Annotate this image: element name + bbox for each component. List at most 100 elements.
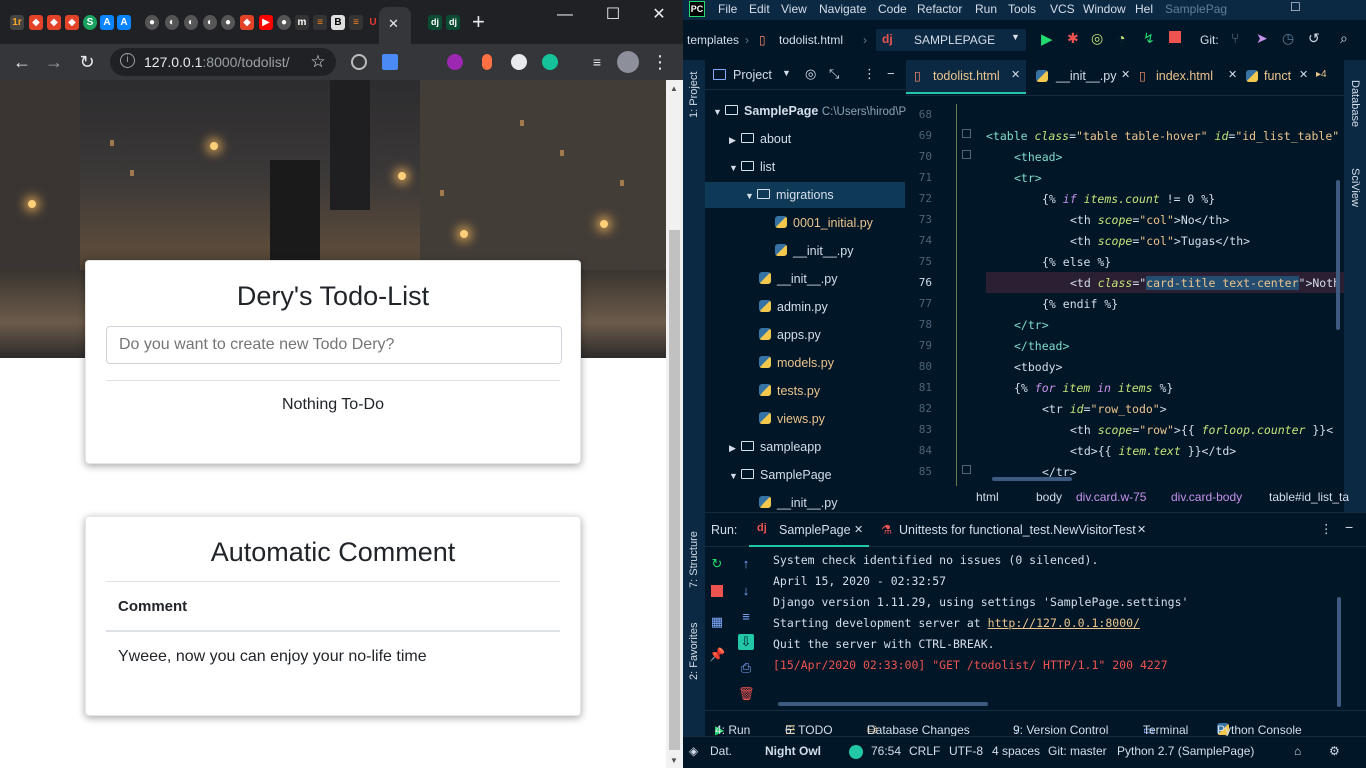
new-todo-input[interactable]	[106, 326, 562, 364]
crumb[interactable]: html	[976, 490, 999, 504]
event-log-icon[interactable]: ⚙	[1329, 744, 1340, 758]
pinned-tab-icon[interactable]: 1r	[10, 15, 24, 30]
menu-refactor[interactable]: Refactor	[917, 2, 962, 16]
tab-icon[interactable]: ◐	[203, 15, 217, 30]
console-link[interactable]: http://127.0.0.1:8000/	[988, 616, 1140, 630]
editor-scrollbar[interactable]	[1336, 180, 1340, 330]
tree-item-migrations[interactable]: ▼ migrations	[705, 182, 905, 208]
project-view-selector[interactable]: Project	[733, 68, 772, 82]
tool-window-structure[interactable]: 7: Structure	[688, 531, 700, 588]
tab-funct[interactable]: funct	[1264, 69, 1291, 83]
stop-icon[interactable]	[711, 585, 723, 597]
bold-tab-icon[interactable]: B	[331, 15, 345, 30]
gitlab-tab-icon[interactable]: ◆	[29, 15, 43, 30]
tab-todolist-html[interactable]: ▯ todolist.html ✕	[906, 60, 1026, 94]
fold-marker-icon[interactable]	[962, 465, 971, 474]
run-config-selector[interactable]: dj SAMPLEPAGE ▼	[876, 29, 1026, 51]
scroll-to-end-icon[interactable]: ⇩	[738, 634, 754, 650]
line-separator[interactable]: CRLF	[909, 744, 940, 758]
globe-extension-icon[interactable]	[351, 54, 367, 70]
indent-setting[interactable]: 4 spaces	[992, 744, 1040, 758]
github-tab-icon[interactable]: ●	[221, 15, 235, 30]
ide-maximize-icon[interactable]: ☐	[1290, 0, 1301, 14]
git-branch-icon[interactable]: ⑂	[1231, 30, 1239, 46]
caret-position[interactable]: 76:54	[871, 744, 901, 758]
close-tab-icon[interactable]: ✕	[1299, 68, 1308, 81]
scroll-up-arrow-icon[interactable]: ▲	[670, 84, 678, 93]
extension-icon[interactable]	[482, 54, 492, 70]
github-extension-icon[interactable]	[511, 54, 527, 70]
tool-window-sciview[interactable]: SciView	[1349, 168, 1361, 207]
tree-item-file[interactable]: apps.py	[705, 322, 905, 348]
menu-view[interactable]: View	[781, 2, 807, 16]
run-tab-unittests[interactable]: Unittests for functional_test.NewVisitor…	[899, 523, 1136, 537]
close-tab-icon[interactable]: ✕	[1228, 68, 1237, 81]
azure-tab-icon[interactable]: A	[117, 15, 131, 30]
translate-extension-icon[interactable]	[382, 54, 398, 70]
tree-item-list[interactable]: ▼ list	[705, 154, 905, 180]
tree-item-samplepage[interactable]: ▼ SamplePage	[705, 462, 905, 488]
github-tab-icon[interactable]: ●	[145, 15, 159, 30]
menu-kebab-icon[interactable]: ⋮	[648, 50, 672, 74]
fold-marker-icon[interactable]	[962, 129, 971, 138]
soft-wrap-icon[interactable]: ≡	[738, 609, 754, 625]
options-kebab-icon[interactable]: ⋮	[1320, 521, 1333, 536]
close-tab-icon[interactable]: ✕	[388, 16, 399, 32]
tool-window-project[interactable]: 1: Project	[688, 72, 700, 118]
menu-run[interactable]: Run	[975, 2, 997, 16]
gitlab-tab-icon[interactable]: ◆	[47, 15, 61, 30]
console-hscrollbar[interactable]	[778, 702, 988, 706]
active-tab[interactable]: ✕	[379, 7, 411, 44]
address-bar[interactable]: i 127.0.0.1:8000/todolist/	[110, 48, 336, 76]
stackoverflow-tab-icon[interactable]: ≡	[313, 15, 327, 30]
close-window-button[interactable]: ✕	[644, 5, 674, 25]
profile-icon[interactable]: ◔	[1117, 30, 1125, 46]
maximize-button[interactable]: ☐	[598, 5, 628, 25]
avatar[interactable]	[617, 51, 639, 73]
menu-code[interactable]: Code	[878, 2, 907, 16]
back-button[interactable]: ←	[10, 50, 34, 74]
coverage-icon[interactable]: ◎	[1091, 30, 1103, 47]
bookmark-star-icon[interactable]: ☆	[306, 50, 330, 74]
tree-item-file[interactable]: __init__.py	[705, 266, 905, 292]
fold-marker-icon[interactable]	[962, 150, 971, 159]
stop-icon[interactable]	[1169, 31, 1181, 43]
grammarly-extension-icon[interactable]	[542, 54, 558, 70]
tab-icon[interactable]: U	[366, 15, 380, 30]
crumb[interactable]: div.card.w-75	[1076, 490, 1146, 504]
tab-icon[interactable]: m	[295, 15, 309, 30]
search-icon[interactable]: ⌕	[1340, 30, 1348, 47]
run-icon[interactable]: ▶	[1041, 30, 1053, 48]
print-icon[interactable]: ⎙	[738, 660, 754, 676]
pin-icon[interactable]: 📌	[709, 647, 725, 663]
code-area[interactable]: <table class="table table-hover" id="id_…	[986, 104, 1344, 492]
stackoverflow-tab-icon[interactable]: ≡	[349, 15, 363, 30]
new-tab-button[interactable]: +	[472, 11, 485, 33]
tool-window-database[interactable]: Database	[1349, 80, 1361, 127]
gitlab-tab-icon[interactable]: ◆	[240, 15, 254, 30]
close-tab-icon[interactable]: ✕	[1121, 68, 1130, 81]
options-kebab-icon[interactable]: ⋮	[863, 66, 876, 82]
tree-item-file[interactable]: views.py	[705, 406, 905, 432]
git-rollback-icon[interactable]: ↺	[1308, 30, 1320, 47]
rerun-icon[interactable]: ↻	[709, 556, 725, 572]
tab-icon[interactable]: ◐	[165, 15, 179, 30]
hide-panel-icon[interactable]: −	[1345, 519, 1353, 535]
lock-icon[interactable]: ⌂	[1294, 744, 1301, 758]
tool-window-favorites[interactable]: 2: Favorites	[688, 623, 700, 680]
scroll-up-icon[interactable]: ↑	[738, 556, 754, 572]
tab-init-py[interactable]: __init__.py	[1056, 69, 1116, 83]
tree-item-file[interactable]: __init__.py	[705, 238, 905, 264]
crumb[interactable]: body	[1036, 490, 1062, 504]
console-output[interactable]: System check identified no issues (0 sil…	[773, 551, 1343, 711]
azure-tab-icon[interactable]: A	[100, 15, 114, 30]
git-branch[interactable]: Git: master	[1048, 744, 1107, 758]
tree-item-sampleapp[interactable]: ▶ sampleapp	[705, 434, 905, 460]
media-control-icon[interactable]: ≡	[585, 50, 609, 74]
menu-help[interactable]: Hel	[1135, 2, 1153, 16]
debug-icon[interactable]: ✱	[1067, 30, 1079, 47]
extension-icon[interactable]	[447, 54, 463, 70]
build-icon[interactable]: ↯	[1143, 30, 1155, 47]
layout-icon[interactable]: ▦	[709, 614, 725, 630]
file-encoding[interactable]: UTF-8	[949, 744, 983, 758]
